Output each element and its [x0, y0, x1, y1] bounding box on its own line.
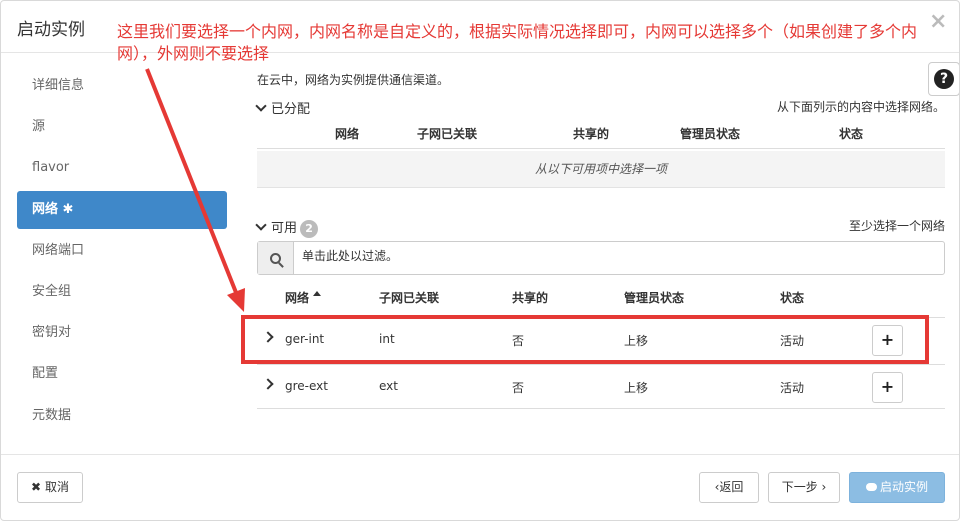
help-button[interactable]: ? — [928, 62, 959, 96]
col-admin-state: 管理员状态 — [680, 127, 741, 141]
allocated-hint: 从下面列示的内容中选择网络。 — [776, 100, 945, 114]
cell-admin-state: 上移 — [624, 381, 649, 395]
filter-addon — [258, 242, 294, 274]
cell-subnet: ext — [379, 379, 398, 393]
available-title: 可用 — [271, 221, 298, 236]
allocated-table-header: 网络 子网已关联 共享的 管理员状态 状态 — [257, 119, 945, 149]
modal-footer: ✖ 取消 ‹返回 下一步 › 启动实例 — [1, 454, 959, 520]
close-icon: ✖ — [31, 480, 42, 494]
next-button[interactable]: 下一步 › — [768, 472, 840, 503]
sidebar-item-source[interactable]: 源 — [17, 108, 227, 146]
col-shared: 共享的 — [573, 127, 610, 141]
chevron-down-icon — [255, 100, 267, 112]
col-status: 状态 — [839, 127, 864, 141]
filter-field[interactable] — [257, 241, 945, 275]
close-icon[interactable]: × — [929, 11, 947, 33]
sidebar-item-configuration[interactable]: 配置 — [17, 355, 227, 393]
allocated-empty-message: 从以下可用项中选择一项 — [257, 151, 945, 188]
sidebar-item-flavor[interactable]: flavor — [17, 149, 227, 187]
available-count-badge: 2 — [300, 220, 319, 238]
cell-shared: 否 — [512, 381, 525, 395]
chevron-down-icon — [255, 219, 267, 231]
col-shared: 共享的 — [512, 291, 549, 305]
launch-instance-button[interactable]: 启动实例 — [849, 472, 945, 503]
sidebar-item-network-ports[interactable]: 网络端口 — [17, 232, 227, 270]
available-section-toggle[interactable]: 可用 2 — [255, 217, 319, 238]
col-network: 网络 — [335, 127, 360, 141]
cancel-button[interactable]: ✖ 取消 — [17, 472, 83, 503]
wizard-sidebar: 详细信息 源 flavor 网络 ✱ 网络端口 安全组 密钥对 配置 元数据 — [17, 67, 227, 438]
launch-instance-modal: 启动实例 × 这里我们要选择一个内网，内网名称是自定义的，根据实际情况选择即可，… — [0, 0, 960, 521]
sidebar-item-metadata[interactable]: 元数据 — [17, 397, 227, 435]
filter-input[interactable] — [302, 249, 902, 263]
available-table-header: 网络 子网已关联 共享的 管理员状态 状态 — [257, 287, 945, 315]
col-network-sortable[interactable]: 网络 — [285, 289, 322, 306]
sidebar-item-security-groups[interactable]: 安全组 — [17, 273, 227, 311]
col-status: 状态 — [780, 291, 805, 305]
cell-network: gre-ext — [285, 379, 328, 393]
col-subnet: 子网已关联 — [379, 291, 440, 305]
available-hint: 至少选择一个网络 — [848, 219, 945, 233]
cloud-upload-icon — [865, 483, 877, 491]
annotation-text: 这里我们要选择一个内网，内网名称是自定义的，根据实际情况选择即可，内网可以选择多… — [117, 22, 918, 63]
allocated-title: 已分配 — [271, 102, 311, 117]
expand-row-icon[interactable] — [262, 378, 274, 390]
back-button[interactable]: ‹返回 — [699, 472, 759, 503]
cell-status: 活动 — [780, 381, 805, 395]
table-row: gre-ext ext 否 上移 活动 + — [257, 364, 945, 409]
sidebar-item-details[interactable]: 详细信息 — [17, 67, 227, 105]
search-icon — [270, 252, 281, 264]
question-icon: ? — [934, 69, 954, 89]
sidebar-item-key-pair[interactable]: 密钥对 — [17, 314, 227, 352]
panel-description: 在云中，网络为实例提供通信渠道。 — [257, 73, 450, 87]
sort-ascending-icon — [313, 291, 322, 296]
sidebar-item-networks[interactable]: 网络 ✱ — [17, 190, 227, 229]
allocate-button[interactable]: + — [872, 372, 903, 403]
col-subnet: 子网已关联 — [417, 127, 478, 141]
allocated-section-toggle[interactable]: 已分配 — [255, 98, 311, 117]
modal-title: 启动实例 — [17, 20, 85, 40]
annotation-highlight-box — [241, 315, 929, 364]
col-admin-state: 管理员状态 — [624, 291, 685, 305]
